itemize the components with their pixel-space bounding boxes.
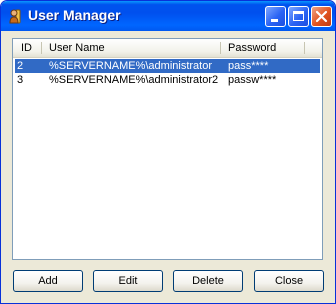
user-list[interactable]: ID User Name Password 2 %SERVERNAME%\adm… xyxy=(12,38,323,260)
cell-user-name: %SERVERNAME%\administrator2 xyxy=(49,74,219,86)
column-header-user-name[interactable]: User Name xyxy=(49,39,105,57)
cell-id: 3 xyxy=(17,74,24,86)
maximize-icon xyxy=(293,11,304,21)
list-header: ID User Name Password xyxy=(13,39,322,58)
close-icon xyxy=(315,10,328,23)
minimize-button[interactable] xyxy=(265,6,286,27)
delete-button[interactable]: Delete xyxy=(173,270,243,292)
cell-user-name: %SERVERNAME%\administrator xyxy=(49,60,213,72)
list-row[interactable]: 3 %SERVERNAME%\administrator2 passw**** xyxy=(15,73,320,87)
user-manager-app-icon xyxy=(7,7,25,25)
cell-password: pass**** xyxy=(228,60,269,72)
column-header-password[interactable]: Password xyxy=(228,39,276,57)
maximize-button[interactable] xyxy=(288,6,309,27)
add-button[interactable]: Add xyxy=(13,270,83,292)
close-button[interactable]: Close xyxy=(254,270,324,292)
cell-password: passw**** xyxy=(228,74,277,86)
title-bar[interactable]: User Manager xyxy=(1,1,335,31)
column-divider[interactable] xyxy=(41,42,42,54)
column-divider[interactable] xyxy=(220,42,221,54)
window-client-area: ID User Name Password 2 %SERVERNAME%\adm… xyxy=(5,31,331,299)
close-window-button[interactable] xyxy=(311,6,332,27)
column-header-id[interactable]: ID xyxy=(21,39,32,57)
column-divider[interactable] xyxy=(304,42,305,54)
window-title: User Manager xyxy=(28,7,121,23)
edit-button[interactable]: Edit xyxy=(93,270,163,292)
list-row-selected[interactable]: 2 %SERVERNAME%\administrator pass**** xyxy=(15,59,320,73)
minimize-icon xyxy=(271,19,278,22)
user-manager-window: User Manager ID User Name Password 2 %SE… xyxy=(0,0,336,304)
cell-id: 2 xyxy=(17,60,24,72)
